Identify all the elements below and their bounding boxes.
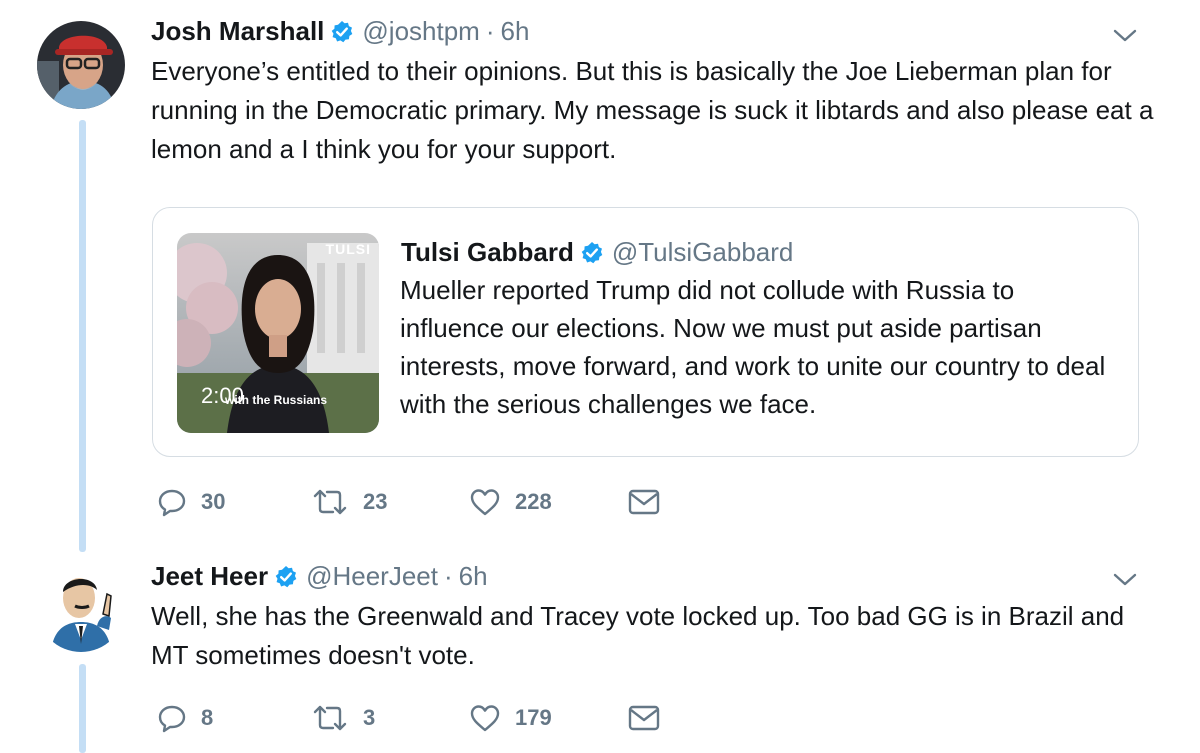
- envelope-icon: [628, 489, 660, 515]
- thread-line-top: [79, 120, 86, 552]
- quoted-tweet-header: Tulsi Gabbard @TulsiGabbard: [401, 236, 793, 268]
- reply-count: 8: [201, 705, 214, 730]
- separator-dot: ·: [443, 561, 453, 591]
- author-handle[interactable]: @HeerJeet: [306, 560, 438, 592]
- avatar[interactable]: [37, 564, 125, 652]
- video-caption: with the Russians: [225, 393, 328, 407]
- like-button[interactable]: 228: [469, 487, 627, 517]
- author-handle[interactable]: @joshtpm: [362, 15, 479, 47]
- avatar[interactable]: [37, 21, 125, 109]
- reply-button[interactable]: 30: [157, 487, 311, 517]
- retweet-count: 23: [363, 489, 388, 514]
- reply-count: 30: [201, 489, 226, 514]
- tweet-text: Well, she has the Greenwald and Tracey v…: [151, 601, 1125, 670]
- thread-line-bottom: [79, 664, 86, 753]
- like-button[interactable]: 179: [469, 703, 627, 733]
- verified-badge-icon: [274, 564, 298, 588]
- tweet-actions: 8 3 179: [157, 702, 661, 734]
- author-name[interactable]: Josh Marshall: [151, 15, 324, 47]
- like-count: 179: [515, 705, 552, 730]
- author-name[interactable]: Jeet Heer: [151, 560, 268, 592]
- direct-message-button[interactable]: [627, 486, 661, 518]
- retweet-icon: [313, 489, 347, 515]
- quoted-tweet-text: Mueller reported Trump did not collude w…: [400, 275, 1106, 419]
- like-count: 228: [515, 489, 552, 514]
- retweet-count: 3: [363, 705, 376, 730]
- heart-icon: [470, 705, 500, 732]
- tweet-actions: 30 23 228: [157, 486, 661, 518]
- retweet-button[interactable]: 3: [311, 703, 469, 733]
- direct-message-button[interactable]: [627, 702, 661, 734]
- tweet-header: Josh Marshall @joshtpm · 6h: [151, 15, 529, 47]
- video-brand: TULSI: [325, 241, 371, 257]
- reply-button[interactable]: 8: [157, 703, 311, 733]
- quoted-author-name[interactable]: Tulsi Gabbard: [401, 236, 574, 268]
- envelope-icon: [628, 705, 660, 731]
- reply-icon: [158, 489, 186, 517]
- tweet-header: Jeet Heer @HeerJeet · 6h: [151, 560, 488, 592]
- chevron-down-icon[interactable]: [1112, 27, 1138, 45]
- timestamp[interactable]: 6h: [501, 15, 530, 47]
- quoted-author-handle[interactable]: @TulsiGabbard: [612, 236, 794, 268]
- heart-icon: [470, 489, 500, 516]
- tweet-text: Everyone’s entitled to their opinions. B…: [151, 56, 1154, 164]
- retweet-button[interactable]: 23: [311, 487, 469, 517]
- reply-icon: [158, 705, 186, 733]
- chevron-down-icon[interactable]: [1112, 571, 1138, 589]
- video-thumbnail[interactable]: TULSI 2:00 with the Russians: [177, 233, 379, 433]
- timestamp[interactable]: 6h: [459, 560, 488, 592]
- retweet-icon: [313, 705, 347, 731]
- separator-dot: ·: [485, 16, 495, 46]
- verified-badge-icon: [330, 19, 354, 43]
- verified-badge-icon: [580, 240, 604, 264]
